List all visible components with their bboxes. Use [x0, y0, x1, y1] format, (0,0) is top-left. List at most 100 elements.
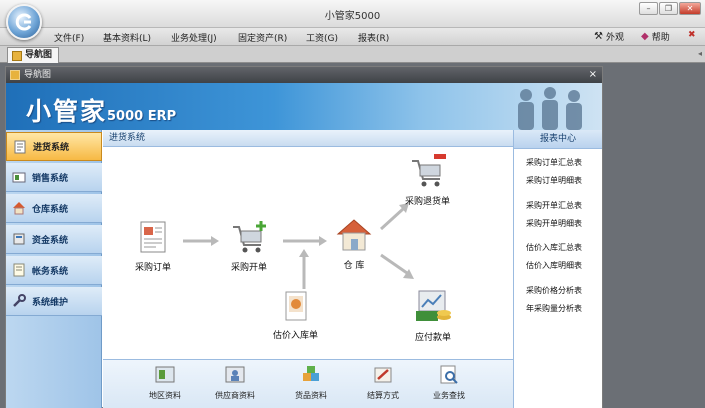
supplier-icon: [225, 366, 245, 383]
warehouse-house-icon: [336, 219, 372, 251]
node-label: 采购开单: [230, 263, 267, 273]
search-document-icon: [440, 365, 458, 384]
help-label: 帮助: [651, 33, 670, 43]
shopping-cart-add-icon: [233, 221, 266, 253]
menu-fixed-assets[interactable]: 固定资产(R): [238, 31, 287, 44]
banner-subtitle: 5000 ERP: [107, 109, 177, 124]
sidebar-item-label: 资金系统: [32, 235, 69, 246]
node-label: 应付款单: [414, 333, 451, 343]
tool-label: 供应商资料: [215, 391, 255, 400]
sidebar-item-label: 销售系统: [32, 173, 69, 184]
node-label: 采购订单: [135, 263, 172, 273]
menu-payroll[interactable]: 工资(G): [306, 31, 338, 44]
payment-money-icon: [416, 290, 451, 321]
tab-label: 导航图: [25, 50, 53, 60]
window-controls: – ❐ ✕: [639, 2, 701, 15]
sidebar-item-maintenance[interactable]: 系统维护: [6, 287, 102, 316]
banner-title: 小管家5000 ERP: [26, 92, 176, 128]
node-label: 采购退货单: [405, 197, 451, 207]
section-header: 进货系统: [103, 130, 513, 147]
report-link[interactable]: 采购开单明细表: [526, 218, 582, 229]
tools-icon: ⚒: [594, 31, 603, 42]
menu-reports[interactable]: 报表(R): [358, 31, 389, 44]
sidebar-item-warehouse[interactable]: 仓库系统: [6, 194, 102, 223]
sidebar-item-sales[interactable]: 销售系统: [6, 163, 102, 192]
sidebar-item-label: 进货系统: [33, 143, 70, 153]
purchase-order-node[interactable]: 采购订单: [135, 219, 171, 273]
tab-scroll-icon[interactable]: ◂: [698, 49, 702, 58]
banner-brand: 小管家: [26, 97, 108, 126]
tab-strip: 导航图 ◂: [0, 46, 705, 63]
navigation-panel: 导航图 × 小管家5000 ERP 进货系统 销售系统 仓库系统 资金系统 帐务…: [5, 66, 603, 408]
funds-icon: [13, 233, 25, 245]
menu-bar: 文件(F) 基本资料(L) 业务处理(J) 固定资产(R) 工资(G) 报表(R…: [0, 28, 705, 46]
report-link[interactable]: 采购价格分析表: [526, 285, 582, 296]
panel-title: 导航图: [24, 70, 52, 80]
goods-boxes-icon: [303, 366, 319, 381]
report-link[interactable]: 采购订单汇总表: [526, 157, 582, 168]
warehouse-node[interactable]: 仓 库: [335, 217, 373, 271]
tool-label: 结算方式: [367, 391, 399, 400]
business-search-button[interactable]: 业务查找: [433, 364, 465, 401]
supplier-data-button[interactable]: 供应商资料: [215, 364, 255, 401]
exit-icon[interactable]: ✖: [688, 30, 696, 40]
banner: 小管家5000 ERP: [6, 83, 602, 130]
bottom-toolbar: 地区资料 供应商资料 货品资料 结算方式 业务查找: [103, 359, 513, 408]
sidebar-item-label: 仓库系统: [32, 204, 69, 215]
report-center: 报表中心 采购订单汇总表 采购订单明细表 采购开单汇总表 采购开单明细表 估价入…: [513, 130, 602, 408]
report-link[interactable]: 采购订单明细表: [526, 175, 582, 186]
settlement-method-button[interactable]: 结算方式: [367, 364, 399, 401]
tab-navigation[interactable]: 导航图: [7, 47, 60, 63]
menu-file[interactable]: 文件(F): [54, 31, 84, 44]
node-label: 估价入库单: [273, 331, 319, 341]
app-menu-button[interactable]: [6, 4, 42, 40]
warehouse-icon: [13, 202, 25, 215]
sidebar-item-funds[interactable]: 资金系统: [6, 225, 102, 254]
title-bar: 小管家5000 – ❐ ✕: [0, 0, 705, 28]
menu-basic-data[interactable]: 基本资料(L): [103, 31, 151, 44]
region-data-button[interactable]: 地区资料: [149, 364, 181, 401]
menu-business[interactable]: 业务处理(J): [171, 31, 217, 44]
wrench-icon: [13, 294, 26, 307]
tool-label: 业务查找: [433, 391, 465, 400]
app-logo-icon: [15, 13, 32, 31]
sales-icon: [12, 172, 26, 183]
estimate-document-icon: [285, 291, 306, 321]
purchase-return-node[interactable]: 采购退货单: [405, 151, 450, 207]
restore-button[interactable]: ❐: [659, 2, 678, 15]
navigation-icon: [12, 50, 22, 61]
purchase-invoice-node[interactable]: 采购开单: [229, 219, 269, 273]
panel-close-icon[interactable]: ×: [589, 67, 597, 83]
settlement-pen-icon: [374, 367, 392, 383]
purchase-icon: [14, 140, 26, 153]
node-label: 仓 库: [343, 261, 365, 271]
appearance-label: 外观: [605, 33, 624, 43]
help-menu[interactable]: ◆ 帮助: [641, 30, 670, 43]
tool-label: 货品资料: [295, 391, 327, 400]
report-link[interactable]: 采购开单汇总表: [526, 200, 582, 211]
minimize-button[interactable]: –: [639, 2, 658, 15]
report-center-title: 报表中心: [514, 130, 602, 149]
goods-data-button[interactable]: 货品资料: [295, 364, 327, 401]
sidebar-item-purchase[interactable]: 进货系统: [6, 132, 102, 161]
order-document-icon: [140, 221, 166, 253]
business-people-icon: [518, 87, 582, 130]
shopping-cart-return-icon: [411, 154, 446, 187]
sidebar: 进货系统 销售系统 仓库系统 资金系统 帐务系统 系统维护: [6, 130, 102, 408]
tool-label: 地区资料: [149, 391, 181, 400]
purchase-flow: 采购订单 采购开单 仓 库 采购退货单 估价入库单 应付款单: [103, 147, 513, 359]
ledger-icon: [13, 263, 25, 277]
appearance-menu[interactable]: ⚒ 外观: [594, 30, 624, 43]
report-link[interactable]: 年采购量分析表: [526, 303, 582, 314]
panel-icon: [10, 70, 20, 80]
report-link[interactable]: 估价入库汇总表: [526, 242, 582, 253]
estimate-inbound-node[interactable]: 估价入库单: [273, 289, 318, 341]
panel-header: 导航图 ×: [6, 67, 602, 83]
close-button[interactable]: ✕: [679, 2, 701, 15]
workspace-background: [603, 63, 705, 408]
sidebar-item-label: 帐务系统: [32, 266, 69, 277]
report-link[interactable]: 估价入库明细表: [526, 260, 582, 271]
sidebar-item-label: 系统维护: [32, 297, 69, 308]
sidebar-item-ledger[interactable]: 帐务系统: [6, 256, 102, 285]
payment-node[interactable]: 应付款单: [413, 287, 453, 343]
